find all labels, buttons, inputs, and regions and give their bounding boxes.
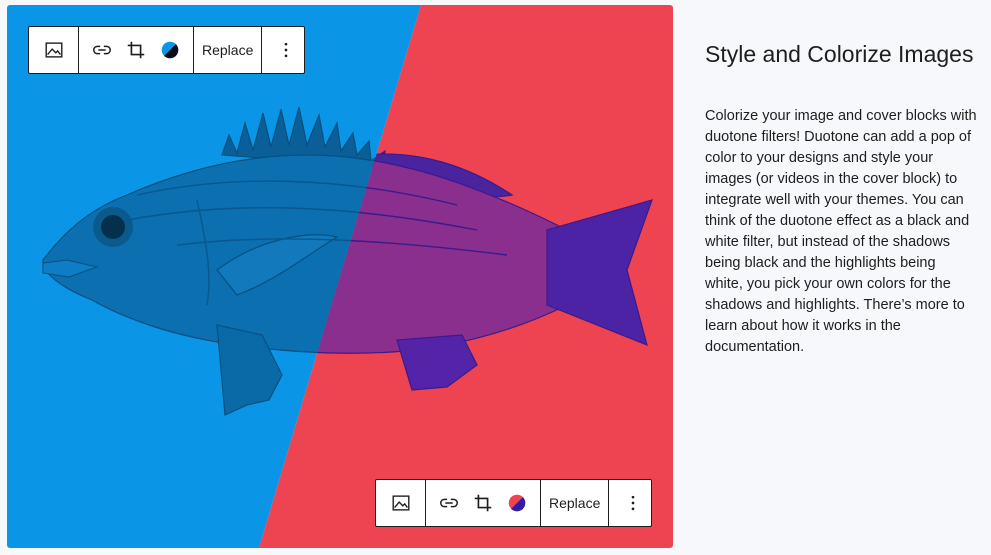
duotone-icon	[161, 41, 179, 59]
image-block-toolbar-bottom: Replace	[375, 479, 652, 527]
link-button[interactable]	[85, 27, 119, 73]
link-icon	[440, 498, 458, 508]
options-button[interactable]	[609, 480, 657, 526]
feature-body: Colorize your image and cover blocks wit…	[705, 108, 977, 355]
link-icon	[93, 45, 111, 55]
toolbar-group-block-type	[29, 27, 79, 73]
more-vertical-icon	[632, 495, 635, 511]
image-icon	[392, 495, 409, 511]
toolbar-group-replace: Replace	[541, 480, 610, 526]
more-vertical-icon	[285, 42, 288, 58]
crop-icon	[127, 41, 145, 59]
options-button[interactable]	[262, 27, 310, 73]
toolbar-group-tools	[79, 27, 194, 73]
duotone-icon	[508, 494, 526, 512]
image-icon	[45, 42, 62, 58]
toolbar-group-options	[609, 480, 657, 526]
replace-button[interactable]: Replace	[194, 27, 261, 73]
feature-description: Style and Colorize Images Colorize your …	[705, 38, 977, 358]
crop-icon	[474, 494, 492, 512]
duotone-button[interactable]	[153, 27, 187, 73]
feature-title: Style and Colorize Images	[705, 41, 974, 67]
crop-button[interactable]	[119, 27, 153, 73]
image-block-button[interactable]	[29, 27, 78, 73]
fish-illustration	[7, 5, 673, 548]
toolbar-group-replace: Replace	[194, 27, 263, 73]
image-block-button[interactable]	[376, 480, 425, 526]
toolbar-group-options	[262, 27, 310, 73]
toolbar-group-block-type	[376, 480, 426, 526]
replace-button[interactable]: Replace	[541, 480, 608, 526]
image-block-toolbar-top: Replace	[28, 26, 305, 74]
toolbar-group-tools	[426, 480, 541, 526]
duotone-image-preview: Replace Replace	[7, 5, 673, 548]
duotone-button[interactable]	[500, 480, 534, 526]
link-button[interactable]	[432, 480, 466, 526]
crop-button[interactable]	[466, 480, 500, 526]
